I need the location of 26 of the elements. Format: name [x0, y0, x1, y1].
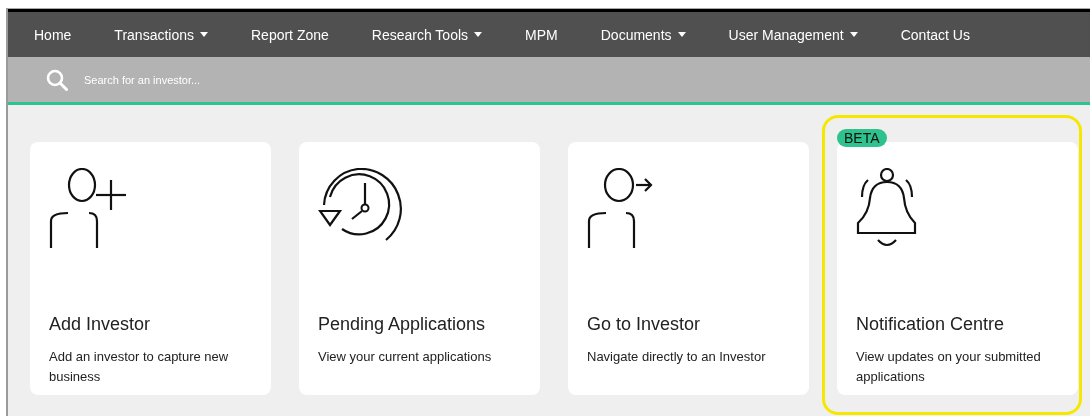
action-card[interactable]: Notification Centre View updates on your submitted applications: [837, 142, 1078, 395]
search-icon: [46, 68, 68, 91]
action-card[interactable]: Go to Investor Navigate directly to an Investor: [568, 142, 809, 395]
nav-item[interactable]: Research Tools: [371, 22, 483, 47]
search-field[interactable]: Search for an investor...: [82, 72, 386, 87]
action-card[interactable]: Add Investor Add an investor to capture new business: [30, 142, 271, 395]
bell-icon: [856, 168, 918, 249]
add-person-icon: [49, 168, 127, 249]
action-card[interactable]: Pending Applications View your current applications: [299, 142, 540, 395]
card-title: Go to Investor: [587, 314, 702, 335]
nav-item[interactable]: Documents: [600, 22, 686, 47]
person-arrow-icon: [587, 168, 653, 249]
nav-item[interactable]: Home: [34, 22, 72, 47]
card-title: Add Investor: [49, 314, 152, 335]
nav-item[interactable]: MPM: [525, 22, 558, 47]
card-title: Notification Centre: [856, 314, 1006, 335]
nav-item[interactable]: User Management: [728, 22, 858, 47]
card-description: View your current applications: [318, 348, 493, 366]
card-description: Navigate directly to an Investor: [587, 348, 767, 366]
nav-item[interactable]: Contact Us: [900, 22, 970, 47]
card-description: View updates on your submitted applications: [856, 348, 1042, 386]
card-description: Add an investor to capture new business: [49, 348, 230, 386]
nav-item[interactable]: Report Zone: [251, 22, 329, 47]
card-title: Pending Applications: [318, 314, 487, 335]
beta-badge: BETA: [837, 129, 887, 147]
nav-item[interactable]: Transactions: [114, 22, 208, 47]
